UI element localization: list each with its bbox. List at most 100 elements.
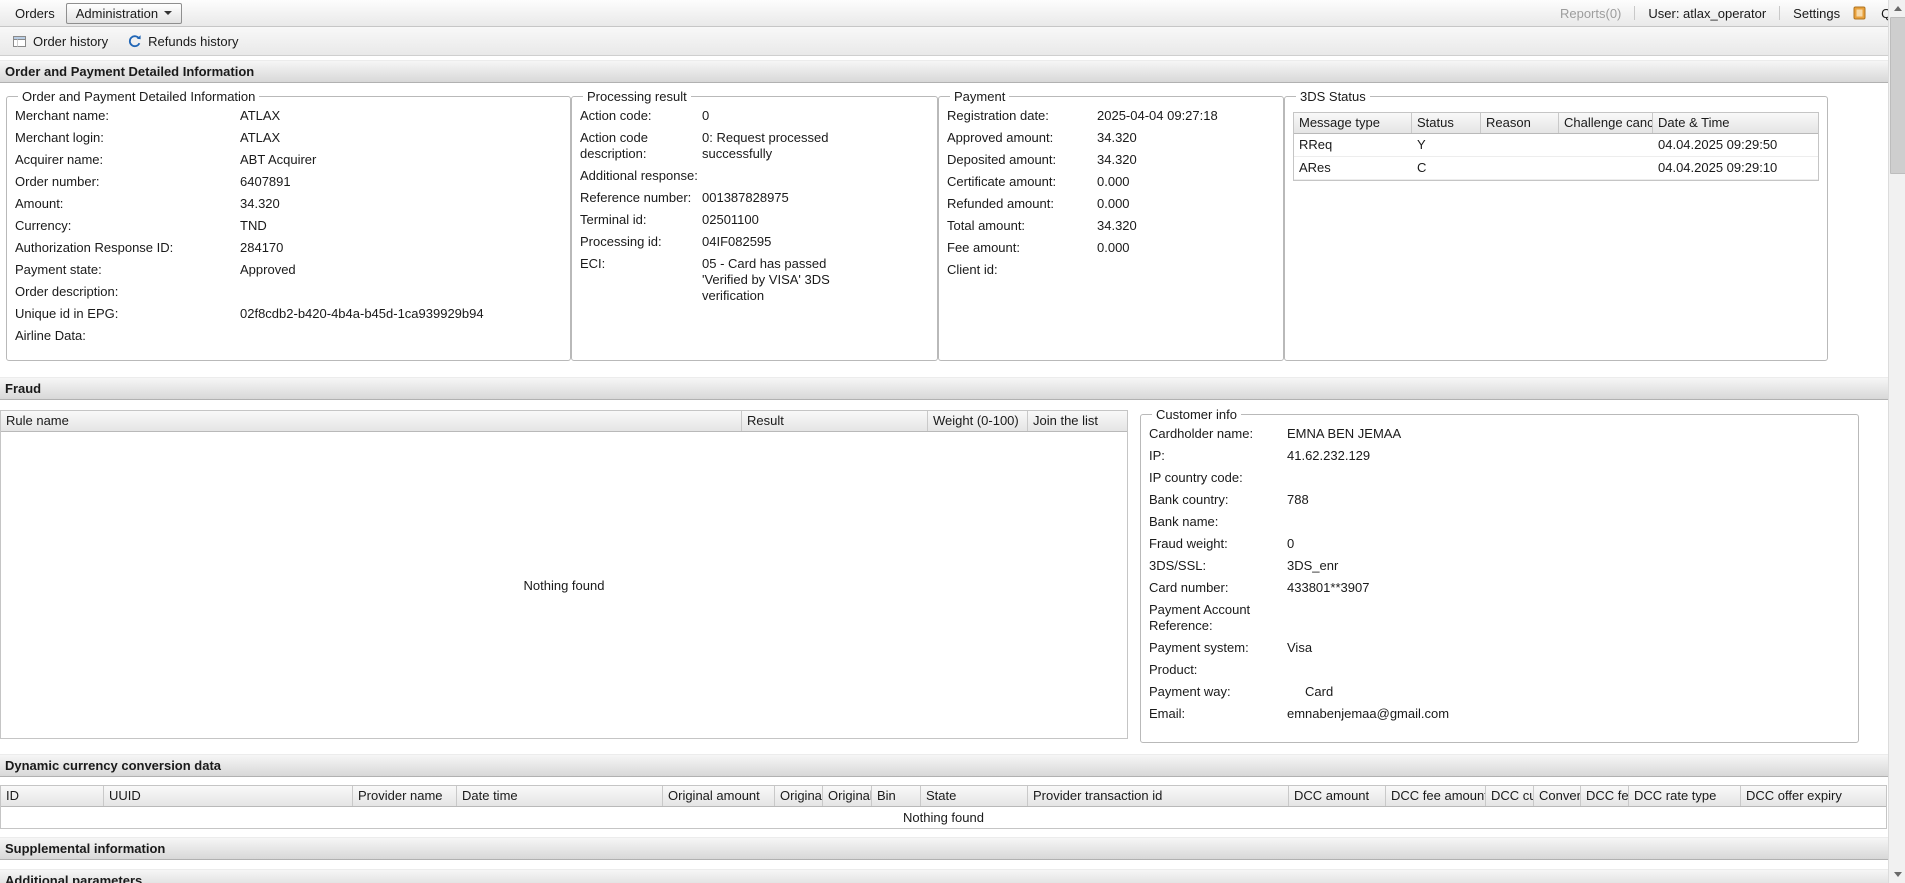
column-header[interactable]: Bin [872,786,921,806]
field-value: emnabenjemaa@gmail.com [1287,706,1450,721]
field-value: 05 - Card has passed 'Verified by VISA' … [702,256,830,303]
column-header[interactable]: Message type [1294,113,1412,133]
field-label: 3DS/SSL: [1149,558,1207,573]
section-header-fraud: Fraud [0,377,1905,400]
section-title: Additional parameters [5,873,143,883]
cell [1559,157,1653,179]
field-label: Acquirer name: [15,152,104,167]
3ds-status-table: Message type Status Reason Challenge can… [1293,112,1819,181]
field-value: 284170 [240,240,284,255]
field-value: ATLAX [240,130,281,145]
field-label: Payment Account Reference: [1149,602,1251,633]
dcc-table-header: ID UUID Provider name Date time Original… [1,786,1886,807]
field-label: Terminal id: [580,212,647,227]
column-header[interactable]: Join the list [1028,411,1127,431]
menubar-divider [1634,6,1636,20]
column-header[interactable]: Date time [457,786,663,806]
3ds-status-legend: 3DS Status [1300,89,1366,104]
section-title: Fraud [5,381,42,396]
quit-icon [1853,6,1868,20]
field-label: Payment system: [1149,640,1249,655]
field-label: Cardholder name: [1149,426,1254,441]
scroll-up-button[interactable] [1889,0,1905,17]
field-label: IP country code: [1149,470,1243,485]
menu-orders[interactable]: Orders [6,3,64,24]
fraud-table-header: Rule name Result Weight (0-100) Join the… [1,411,1127,432]
cell [1481,157,1559,179]
fraud-table: Rule name Result Weight (0-100) Join the… [0,410,1128,739]
field-value: 02501100 [702,212,759,227]
refunds-history-button[interactable]: Refunds history [120,31,246,52]
column-header[interactable]: Provider transaction id [1028,786,1289,806]
field-label: Fraud weight: [1149,536,1228,551]
field-value: TND [240,218,267,233]
column-header[interactable]: Result [742,411,928,431]
field-label: Merchant login: [15,130,104,145]
section-header-order-payment: Order and Payment Detailed Information [0,60,1905,83]
cell: ARes [1299,160,1331,175]
column-header[interactable]: DCC currency [1486,786,1534,806]
column-header[interactable]: ID [1,786,104,806]
column-header[interactable]: Status [1412,113,1481,133]
field-label: Amount: [15,196,64,211]
column-header[interactable]: Original exponent [823,786,872,806]
empty-message: Nothing found [523,577,605,593]
column-header[interactable]: State [921,786,1028,806]
table-row[interactable]: ARes C 04.04.2025 09:29:10 [1294,157,1818,180]
column-header[interactable]: DCC rate type [1629,786,1741,806]
payment-legend: Payment [954,89,1006,104]
column-header[interactable]: Provider name [353,786,457,806]
column-header[interactable]: DCC fee amount [1386,786,1486,806]
field-label: Order description: [15,284,119,299]
field-value: 0 [702,108,710,123]
menu-settings[interactable]: Settings [1793,6,1840,21]
column-header[interactable]: Rule name [1,411,742,431]
section-header-additional: Additional parameters [0,869,1905,883]
field-value: Approved [240,262,296,277]
column-header[interactable]: DCC fee [1581,786,1629,806]
field-value: 34.320 [1097,152,1137,167]
field-value: 001387828975 [702,190,789,205]
column-header[interactable]: Weight (0-100) [928,411,1028,431]
column-header[interactable]: Conversion rate [1534,786,1581,806]
field-value: 34.320 [1097,130,1137,145]
menu-reports[interactable]: Reports(0) [1560,6,1621,21]
arrow-down-icon [1893,872,1902,877]
order-payment-panels: Order and Payment Detailed Information M… [6,89,1905,361]
order-history-button[interactable]: Order history [5,31,116,52]
fraud-panel: Rule name Result Weight (0-100) Join the… [0,400,1905,754]
field-label: Refunded amount: [947,196,1054,211]
field-label: Order number: [15,174,100,189]
section-title: Dynamic currency conversion data [5,758,222,773]
refunds-history-icon [128,34,142,48]
column-header[interactable]: UUID [104,786,353,806]
column-header[interactable]: DCC offer expiry [1741,786,1886,806]
field-label: Airline Data: [15,328,86,343]
field-label: Approved amount: [947,130,1054,145]
order-info-groupbox: Order and Payment Detailed Information M… [6,89,571,361]
field-label: Email: [1149,706,1186,721]
empty-message: Nothing found [1,807,1886,828]
field-label: Authorization Response ID: [15,240,174,255]
field-label: Payment state: [15,262,102,277]
vertical-scrollbar[interactable] [1888,0,1905,883]
column-header[interactable]: Original currency [775,786,823,806]
scroll-down-button[interactable] [1889,866,1905,883]
field-label: Currency: [15,218,72,233]
field-value: 34.320 [240,196,280,211]
field-label: Bank country: [1149,492,1229,507]
cell: Y [1417,137,1426,152]
column-header[interactable]: Date & Time [1653,113,1818,133]
column-header[interactable]: Challenge cancel [1559,113,1653,133]
column-header[interactable]: Reason [1481,113,1559,133]
column-header[interactable]: DCC amount [1289,786,1386,806]
menu-administration[interactable]: Administration [65,2,183,24]
section-title: Order and Payment Detailed Information [5,64,255,79]
column-header[interactable]: Original amount [663,786,775,806]
field-label: Total amount: [947,218,1026,233]
field-value: 3DS_enr [1287,558,1339,573]
field-label: Processing id: [580,234,662,249]
scrollbar-thumb[interactable] [1890,17,1905,174]
table-row[interactable]: RReq Y 04.04.2025 09:29:50 [1294,134,1818,157]
field-value: 788 [1287,492,1309,507]
